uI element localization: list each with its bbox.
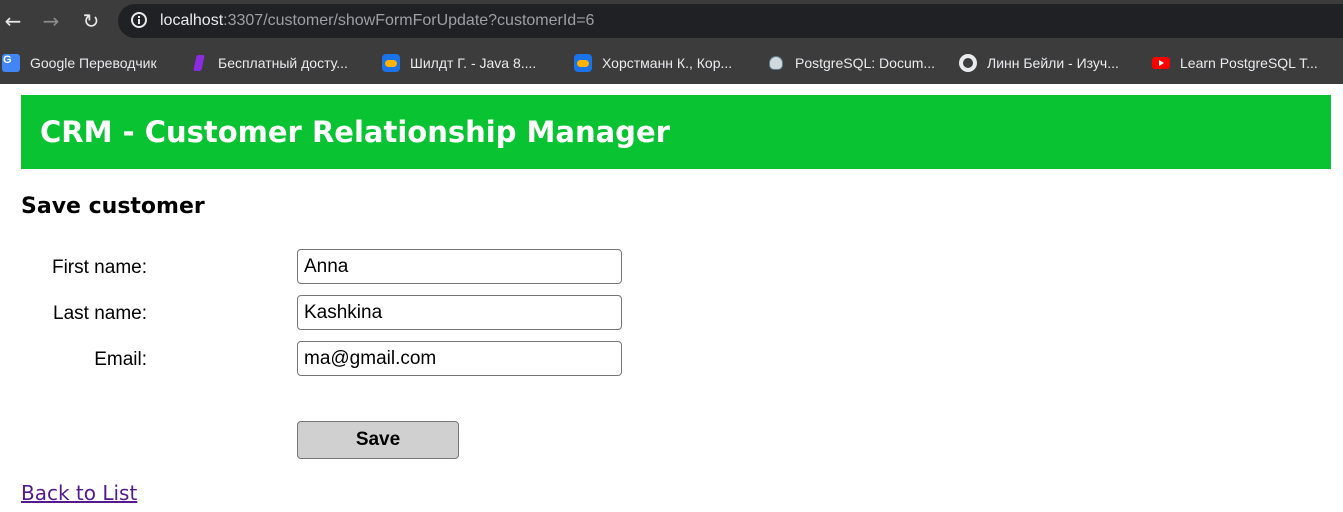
postgresql-icon (767, 54, 785, 72)
url-host: localhost (160, 12, 224, 29)
bookmark-label: Learn PostgreSQL T... (1180, 55, 1318, 71)
last-name-label: Last name: (53, 303, 147, 324)
google-translate-icon (2, 54, 20, 72)
bookmark-label: Шилдт Г. - Java 8.... (410, 55, 537, 71)
bookmark-postgresql-docs[interactable]: PostgreSQL: Docum... (767, 52, 935, 74)
reload-icon[interactable]: ↻ (78, 8, 104, 34)
bookmark-label: Google Переводчик (30, 55, 157, 71)
url-path: :3307/customer/showFormForUpdate?custome… (223, 12, 595, 29)
section-title: Save customer (21, 194, 205, 219)
email-label: Email: (94, 349, 147, 370)
bookmark-label: Хорстманн К., Кор... (602, 55, 733, 71)
site-info-icon[interactable] (131, 12, 147, 28)
first-name-field[interactable] (297, 249, 622, 284)
forward-arrow-icon[interactable]: → (38, 8, 64, 34)
browser-toolbar: ← → ↻ localhost:3307/customer/showFormFo… (0, 0, 1343, 42)
bookmark-free-access[interactable]: Бесплатный досту... (190, 52, 348, 74)
bookmark-google-translate[interactable]: Google Переводчик (2, 52, 157, 74)
page-header: CRM - Customer Relationship Manager (21, 95, 1331, 169)
back-arrow-icon[interactable]: ← (0, 8, 26, 34)
last-name-field[interactable] (297, 295, 622, 330)
bookmark-learn-postgresql[interactable]: Learn PostgreSQL T... (1152, 52, 1318, 74)
address-bar[interactable]: localhost:3307/customer/showFormForUpdat… (118, 4, 1343, 38)
save-button[interactable]: Save (297, 421, 459, 459)
globe-icon (959, 54, 977, 72)
first-name-label: First name: (51, 257, 147, 278)
bookmark-label: Линн Бейли - Изуч... (987, 55, 1119, 71)
bookmark-lynn-beighley[interactable]: Линн Бейли - Изуч... (959, 52, 1119, 74)
bookmarks-bar: Google Переводчик Бесплатный досту... Ши… (0, 42, 1343, 84)
bookmark-horstmann[interactable]: Хорстманн К., Кор... (574, 52, 732, 74)
youtube-icon (1152, 54, 1170, 72)
bookmark-label: PostgreSQL: Docum... (795, 55, 936, 71)
back-to-list-link[interactable]: Back to List (21, 480, 137, 506)
bookmark-schildt-java[interactable]: Шилдт Г. - Java 8.... (382, 52, 536, 74)
cloud-icon (574, 54, 592, 72)
page-title: CRM - Customer Relationship Manager (40, 115, 670, 149)
bookmark-label: Бесплатный досту... (218, 55, 348, 71)
cloud-icon (382, 54, 400, 72)
bookmark-purple-icon (190, 54, 208, 72)
url-text: localhost:3307/customer/showFormForUpdat… (160, 11, 594, 31)
email-field[interactable] (297, 341, 622, 376)
